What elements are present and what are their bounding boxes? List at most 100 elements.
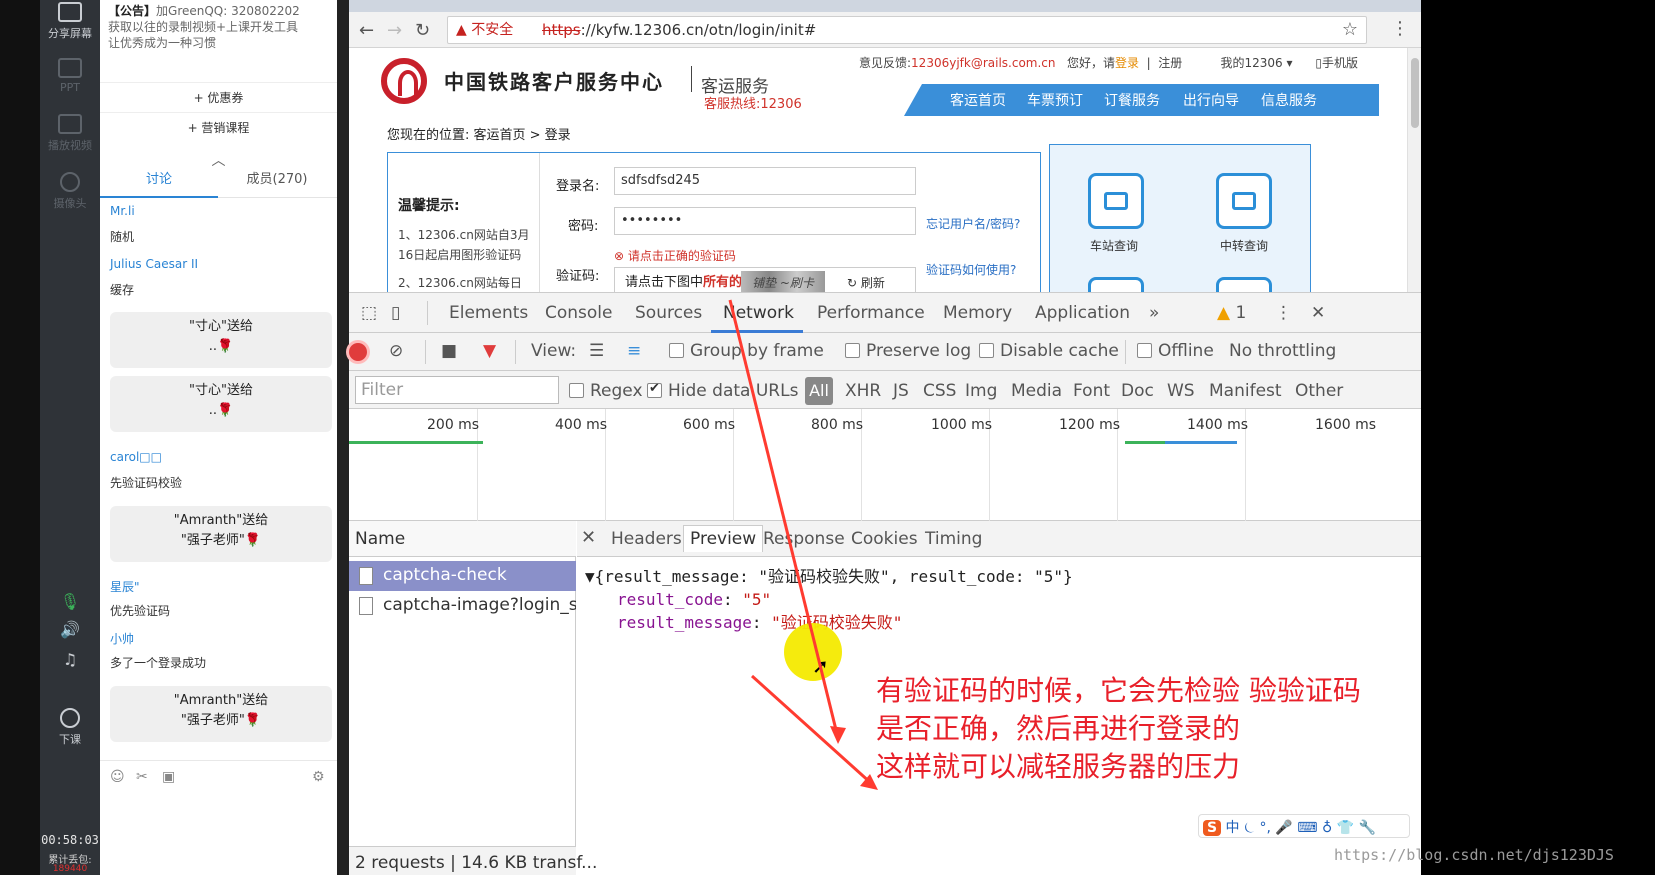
tab-elements[interactable]: Elements (449, 303, 528, 323)
insecure-warning[interactable]: ▲ 不安全 (456, 17, 513, 43)
url-input[interactable]: ▲ 不安全 https://kyfw.12306.cn/otn/login/in… (447, 16, 1367, 44)
end-class-button[interactable]: 下课 (40, 708, 100, 747)
tab-timing[interactable]: Timing (925, 529, 982, 549)
waterfall-view-icon[interactable]: ≡ (627, 341, 641, 361)
speaker-icon[interactable]: 🔊 (40, 620, 100, 639)
course-button[interactable]: + 营销课程 (100, 112, 337, 142)
warning-badge[interactable]: ▲ 1 (1217, 303, 1246, 323)
coupon-button[interactable]: + 优惠券 (100, 82, 337, 112)
forgot-password-link[interactable]: 忘记用户名/密码? (926, 215, 1020, 232)
my12306-menu[interactable]: 我的12306 (1220, 56, 1282, 70)
ime-toolbar[interactable]: S 中 ⏾ °, 🎤 ⌨ ♁ 👕 🔧 (1198, 814, 1410, 838)
list-view-icon[interactable]: ☰ (589, 341, 604, 361)
browser-menu-icon[interactable]: ⋮ (1391, 18, 1409, 39)
station-search-icon[interactable] (1088, 173, 1144, 229)
filter-type-font[interactable]: Font (1073, 381, 1110, 401)
tab-members[interactable]: 成员(270) (218, 168, 336, 198)
record-icon[interactable] (349, 343, 367, 361)
throttling-select[interactable]: No throttling (1229, 341, 1336, 361)
chat-username[interactable]: Mr.li (110, 204, 135, 218)
transfer-search-icon[interactable] (1216, 173, 1272, 229)
reload-icon[interactable]: ↻ (415, 20, 430, 41)
name-column-header[interactable]: Name (349, 521, 576, 557)
filter-type-xhr[interactable]: XHR (845, 381, 881, 401)
chat-username[interactable]: 星辰" (110, 578, 140, 595)
more-tabs-icon[interactable]: » (1149, 303, 1159, 323)
filter-type-other[interactable]: Other (1295, 381, 1343, 401)
music-icon[interactable]: ♫ (40, 650, 100, 669)
nav-home[interactable]: 客运首页 (950, 90, 1006, 110)
password-field[interactable]: •••••••• (614, 207, 916, 235)
network-timeline[interactable]: 200 ms 400 ms 600 ms 800 ms 1000 ms 1200… (349, 409, 1421, 521)
ppt-button[interactable]: PPT (40, 58, 100, 94)
mobile-link[interactable]: 手机版 (1322, 56, 1358, 70)
offline-checkbox[interactable]: Offline (1137, 341, 1214, 361)
login-link[interactable]: 登录 (1115, 56, 1139, 70)
tab-headers[interactable]: Headers (611, 529, 682, 549)
tab-sources[interactable]: Sources (635, 303, 702, 323)
filter-type-js[interactable]: JS (893, 381, 909, 401)
scissors-icon[interactable]: ✂ (136, 769, 148, 785)
chat-username[interactable]: Julius Caesar II (110, 257, 198, 271)
tab-performance[interactable]: Performance (817, 303, 925, 323)
forward-arrow-icon[interactable]: → (387, 20, 402, 41)
json-summary[interactable]: ▼{result_message: "验证码校验失败", result_code… (585, 565, 1073, 588)
scrollbar-thumb[interactable] (1411, 58, 1419, 128)
station-search-label[interactable]: 车站查询 (1090, 237, 1138, 254)
tab-response[interactable]: Response (763, 529, 845, 549)
microphone-icon[interactable]: 🎙 (40, 592, 100, 611)
tab-network[interactable]: Network (723, 303, 794, 323)
tab-discussion[interactable]: 讨论 (100, 168, 218, 198)
request-row[interactable]: captcha-image?login_s... (349, 591, 576, 621)
close-detail-icon[interactable]: ✕ (581, 527, 596, 548)
tab-console[interactable]: Console (545, 303, 613, 323)
nav-meals[interactable]: 订餐服务 (1104, 90, 1160, 110)
tab-preview[interactable]: Preview (683, 525, 764, 552)
nav-tickets[interactable]: 车票预订 (1027, 90, 1083, 110)
filter-type-media[interactable]: Media (1011, 381, 1062, 401)
disable-cache-checkbox[interactable]: Disable cache (979, 341, 1119, 361)
back-arrow-icon[interactable]: ← (359, 20, 374, 41)
camera-button[interactable]: 摄像头 (40, 172, 100, 211)
username-field[interactable]: sdfsdfsd245 (614, 167, 916, 195)
settings-icon[interactable]: ⚙ (312, 769, 325, 785)
request-row[interactable]: captcha-check (349, 561, 576, 591)
image-icon[interactable]: ▣ (162, 769, 175, 785)
feedback-email[interactable]: 12306yjfk@rails.com.cn (911, 56, 1055, 70)
nav-info[interactable]: 信息服务 (1261, 90, 1317, 110)
filter-type-all[interactable]: All (805, 377, 833, 405)
tab-application[interactable]: Application (1035, 303, 1130, 323)
hide-data-urls-checkbox[interactable]: Hide data URLs (647, 381, 798, 401)
filter-type-doc[interactable]: Doc (1121, 381, 1154, 401)
chat-username[interactable]: 小帅 (110, 630, 134, 647)
nav-guide[interactable]: 出行向导 (1183, 90, 1239, 110)
transfer-search-label[interactable]: 中转查询 (1220, 237, 1268, 254)
regex-checkbox[interactable]: Regex (569, 381, 643, 401)
tab-cookies[interactable]: Cookies (851, 529, 918, 549)
filter-input[interactable]: Filter (355, 376, 559, 404)
dropdown-caret-icon[interactable]: ▾ (1286, 56, 1292, 70)
bookmark-star-icon[interactable]: ☆ (1342, 17, 1358, 43)
preserve-log-checkbox[interactable]: Preserve log (845, 341, 971, 361)
page-scrollbar[interactable] (1407, 48, 1421, 308)
captcha-help-link[interactable]: 验证码如何使用? (926, 261, 1016, 278)
play-video-button[interactable]: 播放视频 (40, 114, 100, 153)
filter-type-manifest[interactable]: Manifest (1209, 381, 1282, 401)
tab-strip[interactable] (349, 0, 1421, 12)
devtools-menu-icon[interactable]: ⋮ (1275, 303, 1292, 323)
filter-type-ws[interactable]: WS (1167, 381, 1195, 401)
register-link[interactable]: 注册 (1158, 56, 1182, 70)
filter-type-img[interactable]: Img (965, 381, 997, 401)
filter-type-css[interactable]: CSS (923, 381, 956, 401)
group-by-frame-checkbox[interactable]: Group by frame (669, 341, 824, 361)
close-devtools-icon[interactable]: ✕ (1311, 303, 1325, 323)
collapse-chevron-icon[interactable]: ︿ (100, 150, 337, 170)
emoji-icon[interactable]: ☺ (110, 769, 125, 785)
inspect-icon[interactable]: ⬚ (361, 303, 377, 323)
clear-icon[interactable]: ⊘ (389, 341, 403, 361)
tab-memory[interactable]: Memory (943, 303, 1012, 323)
chat-username[interactable]: carol□□ (110, 450, 162, 464)
share-screen-button[interactable]: 分享屏幕 (40, 2, 100, 41)
filter-funnel-icon[interactable]: ▼ (483, 341, 496, 361)
device-toggle-icon[interactable]: ▯ (391, 303, 400, 323)
